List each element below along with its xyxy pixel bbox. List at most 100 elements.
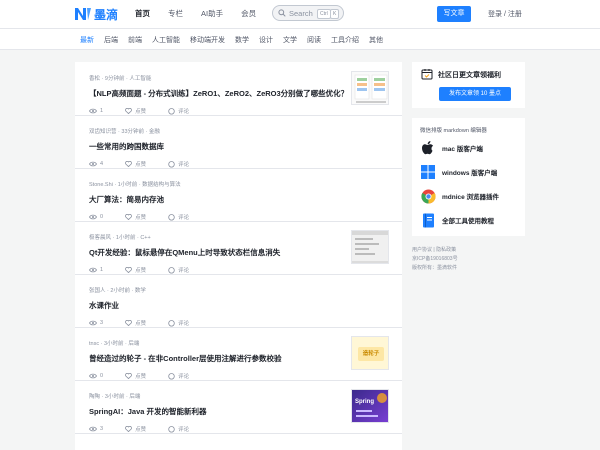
like-button[interactable]: 点赞 bbox=[125, 213, 146, 221]
article-title[interactable]: 曾经造过的轮子 - 在非Controller层使用注解进行参数校验 bbox=[89, 353, 282, 364]
chrome-icon bbox=[420, 188, 436, 204]
view-count: 4 bbox=[89, 161, 103, 167]
tool-windows-label: windows 版客户端 bbox=[442, 170, 498, 177]
shortcut-key-k: K bbox=[330, 9, 340, 19]
tool-windows-client[interactable]: windows 版客户端 bbox=[420, 164, 497, 180]
logo[interactable]: 墨滴 bbox=[74, 6, 118, 22]
tool-mac-client[interactable]: mac 版客户端 bbox=[420, 140, 483, 156]
like-button[interactable]: 点赞 bbox=[125, 425, 146, 433]
article-actions: 1 点赞 评论 bbox=[89, 266, 211, 274]
footer-icp: 京ICP备19016803号 bbox=[412, 256, 458, 262]
comment-label: 评论 bbox=[178, 268, 190, 274]
tool-all-tutorials[interactable]: 全部工具使用教程 bbox=[420, 212, 494, 228]
category-tab[interactable]: 工具介绍 bbox=[331, 35, 359, 45]
article-meta: Stone.Shi · 1小时前 · 数据结构与算法 bbox=[89, 182, 181, 188]
footer-policy-links[interactable]: 用户协议 | 隐私政策 bbox=[412, 246, 458, 255]
view-count: 0 bbox=[89, 214, 103, 220]
article-actions: 3 点赞 评论 bbox=[89, 425, 211, 433]
eye-icon bbox=[89, 426, 97, 432]
article-title[interactable]: 一些常用的跨国数据库 bbox=[89, 141, 164, 152]
comment-button[interactable]: 评论 bbox=[168, 160, 189, 168]
nav-column[interactable]: 专栏 bbox=[168, 8, 183, 19]
article-item[interactable]: Stone.Shi · 1小时前 · 数据结构与算法大厂算法：简易内存池 0 点赞 评… bbox=[75, 168, 402, 222]
tool-extension-label: mdnice 浏览器插件 bbox=[442, 194, 500, 201]
article-thumbnail[interactable]: Spring bbox=[351, 389, 389, 423]
article-item[interactable]: 双齿知识营 · 33分钟前 · 金融 一些常用的跨国数据库 4 点赞 评论 bbox=[75, 115, 402, 169]
category-tab[interactable]: 阅读 bbox=[307, 35, 321, 45]
article-actions: 4 点赞 评论 bbox=[89, 160, 211, 168]
article-title[interactable]: SpringAI：Java 开发的智能新利器 bbox=[89, 406, 207, 417]
article-title[interactable]: 水课作业 bbox=[89, 300, 119, 311]
comment-label: 评论 bbox=[178, 374, 190, 380]
article-actions: 0 点赞 评论 bbox=[89, 213, 211, 221]
comment-label: 评论 bbox=[178, 427, 190, 433]
article-item[interactable]: 张国人 · 2小时前 · 数学 水课作业 3 点赞 评论 bbox=[75, 274, 402, 328]
view-count-value: 0 bbox=[100, 373, 104, 379]
comment-icon bbox=[168, 107, 175, 114]
category-tab[interactable]: 最新 bbox=[80, 35, 94, 45]
nav-membership[interactable]: 会员 bbox=[241, 8, 256, 19]
comment-button[interactable]: 评论 bbox=[168, 319, 189, 327]
like-label: 点赞 bbox=[135, 109, 147, 115]
article-thumbnail[interactable] bbox=[351, 230, 389, 264]
comment-button[interactable]: 评论 bbox=[168, 372, 189, 380]
search-input[interactable]: Search bbox=[289, 9, 313, 18]
article-item[interactable]: 陶陶 · 3小时前 · 后端 SpringAI：Java 开发的智能新利器 3 点赞 评… bbox=[75, 380, 402, 434]
like-button[interactable]: 点赞 bbox=[125, 319, 146, 327]
comment-icon bbox=[168, 319, 175, 326]
eye-icon bbox=[89, 214, 97, 220]
eye-icon bbox=[89, 373, 97, 379]
eye-icon bbox=[89, 267, 97, 273]
nav-ai-assistant[interactable]: AI助手 bbox=[201, 8, 223, 19]
category-tab[interactable]: 其他 bbox=[369, 35, 383, 45]
top-header: 墨滴 首页 专栏 AI助手 会员 Search Ctrl K 写文章 登录 / … bbox=[0, 0, 600, 29]
nav-home[interactable]: 首页 bbox=[135, 8, 150, 19]
like-button[interactable]: 点赞 bbox=[125, 372, 146, 380]
article-thumbnail[interactable]: 造轮子 bbox=[351, 336, 389, 370]
login-register-link[interactable]: 登录 / 注册 bbox=[488, 9, 522, 19]
article-item[interactable]: 极客晨风 · 1小时前 · C++ Qt开发经验：鼠标悬停在QMenu上时导致状态… bbox=[75, 221, 402, 275]
view-count-value: 1 bbox=[100, 267, 104, 273]
tools-heading: 微信排版 markdown 编辑器 bbox=[420, 128, 487, 134]
book-icon bbox=[420, 212, 436, 228]
footer-links: 用户协议 | 隐私政策 京ICP备19016803号 版权所有：墨滴软件 bbox=[412, 246, 458, 273]
category-tab[interactable]: 人工智能 bbox=[152, 35, 180, 45]
heart-icon bbox=[125, 373, 132, 379]
comment-label: 评论 bbox=[178, 109, 190, 115]
write-article-button[interactable]: 写文章 bbox=[437, 6, 471, 22]
view-count: 0 bbox=[89, 373, 103, 379]
like-button[interactable]: 点赞 bbox=[125, 107, 146, 115]
view-count: 1 bbox=[89, 108, 103, 114]
article-item[interactable]: 香松 · 9分钟前 · 人工智能 【NLP高频面题 - 分布式训练】ZeRO1、Z… bbox=[75, 62, 402, 116]
comment-icon bbox=[168, 372, 175, 379]
category-tab[interactable]: 移动端开发 bbox=[190, 35, 225, 45]
like-button[interactable]: 点赞 bbox=[125, 160, 146, 168]
comment-button[interactable]: 评论 bbox=[168, 107, 189, 115]
comment-button[interactable]: 评论 bbox=[168, 266, 189, 274]
tool-browser-extension[interactable]: mdnice 浏览器插件 bbox=[420, 188, 499, 204]
like-label: 点赞 bbox=[135, 374, 147, 380]
article-title[interactable]: 大厂算法：简易内存池 bbox=[89, 194, 164, 205]
article-title[interactable]: Qt开发经验：鼠标悬停在QMenu上时导致状态栏信息消失 bbox=[89, 247, 280, 258]
article-title[interactable]: 【NLP高频面题 - 分布式训练】ZeRO1、ZeRO2、ZeRO3分别做了哪些… bbox=[89, 88, 348, 99]
thumb-caption: Spring bbox=[355, 399, 374, 405]
category-tab[interactable]: 设计 bbox=[259, 35, 273, 45]
category-tab[interactable]: 前端 bbox=[128, 35, 142, 45]
search-box[interactable]: Search Ctrl K bbox=[272, 5, 344, 21]
like-button[interactable]: 点赞 bbox=[125, 266, 146, 274]
article-actions: 3 点赞 评论 bbox=[89, 319, 211, 327]
article-item[interactable]: tnsc · 3小时前 · 后端 曾经造过的轮子 - 在非Controller层使… bbox=[75, 327, 402, 381]
category-tab[interactable]: 文学 bbox=[283, 35, 297, 45]
comment-button[interactable]: 评论 bbox=[168, 425, 189, 433]
category-bar: 最新 后端 前端 人工智能 移动端开发 数学 设计 文学 阅读 工具介绍 其他 bbox=[0, 29, 600, 50]
comment-icon bbox=[168, 160, 175, 167]
heart-icon bbox=[125, 214, 132, 220]
category-tab[interactable]: 后端 bbox=[104, 35, 118, 45]
comment-button[interactable]: 评论 bbox=[168, 213, 189, 221]
heart-icon bbox=[125, 108, 132, 114]
category-tab[interactable]: 数学 bbox=[235, 35, 249, 45]
calendar-icon bbox=[421, 69, 433, 80]
publish-reward-button[interactable]: 发布文章领 10 墨点 bbox=[439, 87, 511, 101]
article-thumbnail[interactable] bbox=[351, 71, 389, 105]
eye-icon bbox=[89, 161, 97, 167]
